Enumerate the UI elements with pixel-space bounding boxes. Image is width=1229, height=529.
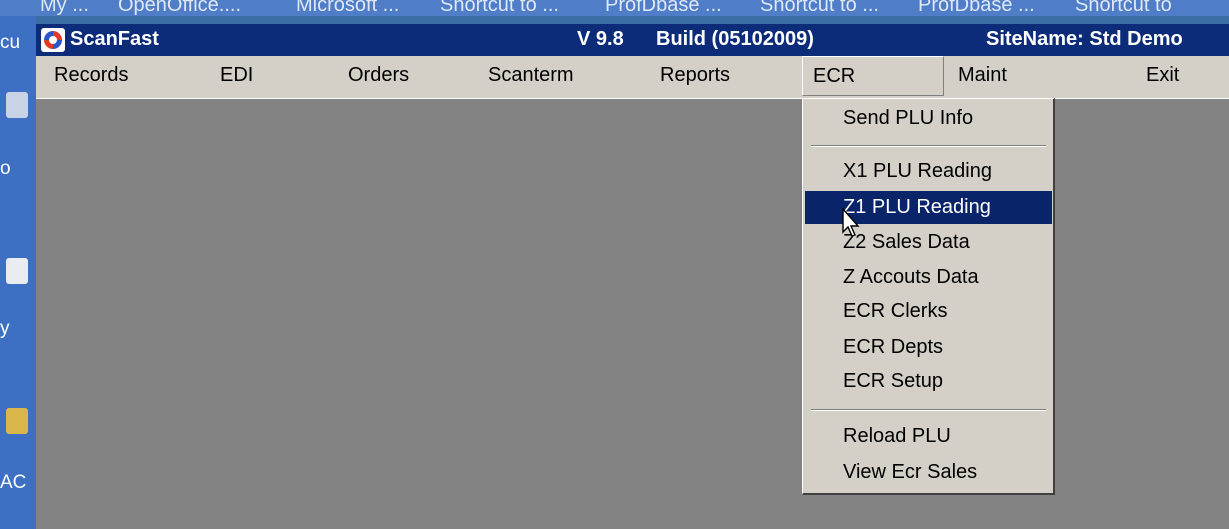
program-icon[interactable] [6, 408, 28, 434]
build-label: Build (05102009) [656, 28, 814, 50]
menu-edi[interactable]: EDI [220, 64, 253, 87]
desktop-icon-label[interactable]: ProfDbase ... [918, 0, 1035, 17]
menu-item-reload-plu[interactable]: Reload PLU [805, 420, 1052, 453]
scanfast-logo-icon[interactable] [41, 28, 65, 52]
menu-item-ecr-setup[interactable]: ECR Setup [805, 365, 1052, 398]
menu-scanterm[interactable]: Scanterm [488, 64, 574, 87]
menu-item-x1-plu-reading[interactable]: X1 PLU Reading [805, 155, 1052, 188]
menu-separator [811, 145, 1046, 147]
desktop-icon-label[interactable]: ProfDbase ... [605, 0, 722, 17]
menu-maint[interactable]: Maint [958, 64, 1007, 87]
site-name-label: SiteName: Std Demo [986, 28, 1183, 50]
network-icon[interactable] [6, 258, 28, 284]
menu-orders[interactable]: Orders [348, 64, 409, 87]
desktop-icon-label[interactable]: Microsoft ... [296, 0, 399, 17]
menu-item-z-accouts-data[interactable]: Z Accouts Data [805, 261, 1052, 294]
desktop-icon-label[interactable]: AC [0, 472, 26, 494]
menu-ecr-label: ECR [813, 65, 856, 87]
menu-separator [811, 409, 1046, 411]
menu-ecr[interactable]: ECR [802, 56, 944, 96]
ecr-dropdown-menu: Send PLU Info X1 PLU Reading Z1 PLU Read… [802, 98, 1055, 495]
desktop-icon-label[interactable]: OpenOffice.... [118, 0, 241, 17]
menu-records[interactable]: Records [54, 64, 128, 87]
desktop-left-strip: cu o y AC [0, 16, 36, 529]
menu-item-ecr-depts[interactable]: ECR Depts [805, 331, 1052, 364]
mouse-pointer-icon [842, 208, 860, 237]
computer-icon[interactable] [6, 92, 28, 118]
desktop-icon-label[interactable]: My ... [40, 0, 89, 17]
desktop-icon-strip: My ... OpenOffice.... Microsoft ... Shor… [0, 0, 1229, 16]
desktop-icon-label[interactable]: Shortcut to [1075, 0, 1172, 17]
desktop-icon-label[interactable]: Shortcut to ... [440, 0, 559, 17]
desktop-icon-label[interactable]: o [0, 158, 11, 180]
title-bar[interactable]: ScanFast V 9.8 Build (05102009) SiteName… [36, 24, 1229, 56]
version-label: V 9.8 [577, 28, 624, 50]
menu-item-view-ecr-sales[interactable]: View Ecr Sales [805, 456, 1052, 489]
desktop-icon-label[interactable]: cu [0, 32, 20, 54]
menu-item-ecr-clerks[interactable]: ECR Clerks [805, 295, 1052, 328]
desktop-icon-label[interactable]: Shortcut to ... [760, 0, 879, 17]
app-title: ScanFast [70, 28, 159, 50]
menu-bar: Records EDI Orders Scanterm Reports ECR … [36, 56, 1229, 99]
menu-item-send-plu-info[interactable]: Send PLU Info [805, 102, 1052, 135]
desktop-icon-label[interactable]: y [0, 318, 10, 340]
menu-reports[interactable]: Reports [660, 64, 730, 87]
menu-exit[interactable]: Exit [1146, 64, 1179, 87]
